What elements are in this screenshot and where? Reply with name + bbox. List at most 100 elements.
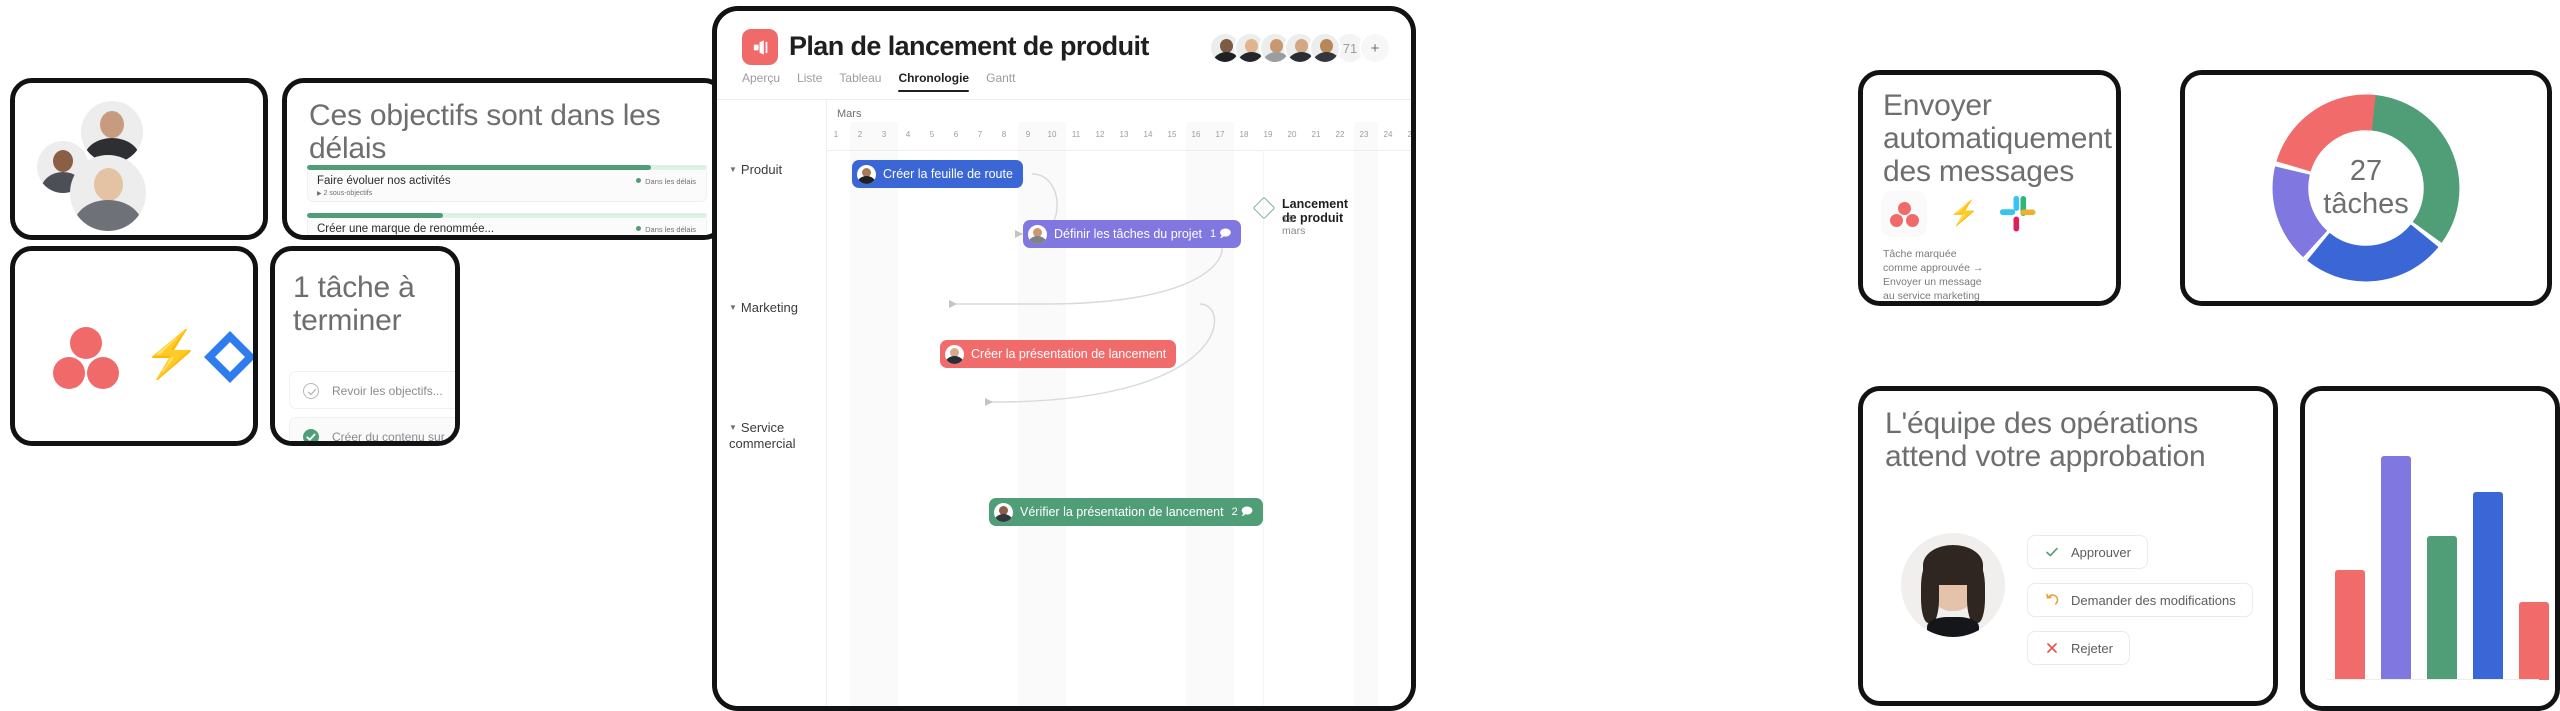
avatar (81, 101, 143, 163)
tab-liste[interactable]: Liste (797, 71, 822, 92)
day-tick: 21 (1311, 130, 1321, 139)
bolt-icon: ⚡ (1949, 200, 1979, 227)
day-tick: 23 (1359, 130, 1369, 139)
status-dot-icon (636, 226, 642, 231)
goal-subgoals: ▶ 5 sous-objectifs (317, 238, 372, 240)
approve-button-label: Approuver (2071, 544, 2131, 560)
reject-button[interactable]: Rejeter (2027, 631, 2130, 665)
approve-button[interactable]: Approuver (2027, 535, 2148, 569)
close-icon (2047, 643, 2057, 653)
donut-center-text: tâches (2323, 188, 2409, 220)
timeline-canvas[interactable]: Mars 1 2 3 4 5 6 7 8 9 10 11 12 13 14 15… (827, 100, 1411, 706)
timeline-group-marketing[interactable]: ▼ Marketing (729, 300, 798, 316)
donut-center-number: 27 (2349, 155, 2383, 187)
day-tick: 3 (881, 130, 887, 139)
bar-3 (2427, 536, 2457, 680)
day-tick: 7 (977, 130, 983, 139)
bar-chart-baseline (2327, 679, 2539, 680)
day-tick: 17 (1215, 130, 1225, 139)
bar-chart-card (2300, 386, 2560, 711)
goals-card-title: Ces objectifs sont dans les délais (309, 99, 661, 165)
day-tick: 20 (1287, 130, 1297, 139)
milestone-date: 19 mars (1282, 213, 1306, 237)
task-card-title: 1 tâche à terminer (293, 271, 415, 337)
tab-apercu[interactable]: Aperçu (742, 71, 780, 92)
day-tick: 22 (1335, 130, 1345, 139)
day-tick: 13 (1119, 130, 1129, 139)
day-tick: 19 (1263, 130, 1273, 139)
status-dot-icon (636, 178, 642, 183)
approval-card-title: L'équipe des opérations attend votre app… (1885, 407, 2206, 473)
card-surface: L'équipe des opérations attend votre app… (1863, 391, 2273, 701)
tab-gantt[interactable]: Gantt (986, 71, 1015, 92)
request-changes-button-label: Demander des modifications (2071, 592, 2236, 608)
bar-1 (2335, 570, 2365, 680)
task-bar-definir-les-taches-du-projet[interactable]: Définir les tâches du projet 1 🗩 (1023, 220, 1242, 248)
list-item[interactable]: Revoir les objectifs... (289, 371, 455, 409)
task-bar-label: Définir les tâches du projet (1054, 227, 1202, 241)
day-tick: 11 (1071, 130, 1081, 139)
asana-logo-icon (53, 327, 123, 389)
day-tick: 15 (1167, 130, 1177, 139)
goal-item[interactable]: Créer une marque de renommée... ▶ 5 sous… (307, 213, 707, 240)
timeline-group-produit[interactable]: ▼ Produit (729, 162, 782, 178)
check-circle-icon[interactable] (303, 383, 319, 399)
chevron-down-icon[interactable]: ▼ (729, 303, 737, 312)
goals-status-card: Ces objectifs sont dans les délais Faire… (282, 78, 726, 240)
team-avatars-card (10, 78, 268, 240)
task-bar-label: Créer la présentation de lancement (971, 347, 1167, 361)
automation-rule-card: Envoyer automatiquement des messages ⚡ T… (1858, 70, 2121, 306)
chevron-right-icon[interactable]: ▶ (317, 239, 322, 240)
goal-name: Créer une marque de renommée... (317, 223, 495, 235)
list-item[interactable]: Créer du contenu sur... (289, 417, 455, 441)
automation-icon-row: ⚡ (1881, 191, 2039, 237)
chevron-down-icon[interactable]: ▼ (729, 165, 737, 174)
comment-count: 2 🗩 (1232, 503, 1253, 522)
day-tick: 2 (857, 130, 863, 139)
members-avatar-stack[interactable]: 71 + (1209, 31, 1391, 65)
task-bar-creer-la-feuille-de-route[interactable]: Créer la feuille de route (852, 160, 1023, 188)
comment-icon: 🗩 (1219, 227, 1232, 240)
goal-subgoals: ▶ 2 sous-objectifs (317, 190, 373, 197)
integrations-card: ⚡ (10, 246, 258, 446)
request-changes-button[interactable]: Demander des modifications (2027, 583, 2253, 617)
screenshot-collage: Ces objectifs sont dans les délais Faire… (0, 0, 2560, 711)
window-header: Plan de lancement de produit 71 + Aperçu… (717, 11, 1411, 100)
avatar (945, 344, 964, 364)
bar-2 (2381, 455, 2411, 680)
timeline-group-service-commercial[interactable]: ▼ Service commercial (729, 420, 813, 452)
task-bar-verifier-la-presentation-de-lancement[interactable]: Vérifier la présentation de lancement 2 🗩 (989, 498, 1263, 526)
card-surface (15, 83, 263, 235)
card-surface: 27 tâches (2185, 75, 2547, 301)
my-tasks-card: 1 tâche à terminer Revoir les objectifs.… (270, 246, 460, 446)
megaphone-icon (742, 29, 778, 65)
avatar (70, 155, 146, 231)
task-bar-creer-la-presentation-de-lancement[interactable]: Créer la présentation de lancement (940, 340, 1177, 368)
day-tick: 6 (953, 130, 959, 139)
tab-chronologie[interactable]: Chronologie (898, 71, 969, 93)
tab-tableau[interactable]: Tableau (839, 71, 881, 92)
goal-item[interactable]: Faire évoluer nos activités ▶ 2 sous-obj… (307, 165, 707, 202)
reject-button-label: Rejeter (2071, 640, 2113, 656)
asana-logo-icon (1881, 191, 1927, 237)
day-tick: 9 (1025, 130, 1031, 139)
add-member-button[interactable]: + (1359, 32, 1391, 64)
avatar[interactable] (1309, 32, 1341, 64)
card-surface: ⚡ (15, 251, 253, 441)
day-tick: 24 (1383, 130, 1393, 139)
donut-chart: 27 tâches (2185, 75, 2547, 301)
task-donut-chart-card: 27 tâches (2180, 70, 2552, 306)
avatar (994, 502, 1013, 522)
day-tick: 4 (905, 130, 911, 139)
day-tick: 18 (1239, 130, 1249, 139)
list-item-label: Revoir les objectifs... (332, 384, 443, 398)
comment-icon: 🗩 (1240, 505, 1253, 518)
chevron-right-icon[interactable]: ▶ (317, 191, 322, 197)
approval-request-card: L'équipe des opérations attend votre app… (1858, 386, 2278, 706)
goal-status-badge: Dans les délais (636, 225, 696, 234)
donut-center-label: 27 tâches (2323, 155, 2408, 221)
check-circle-filled-icon[interactable] (303, 429, 319, 441)
card-surface: Ces objectifs sont dans les délais Faire… (287, 83, 721, 235)
task-bar-label: Créer la feuille de route (883, 167, 1013, 181)
chevron-down-icon[interactable]: ▼ (729, 423, 737, 432)
